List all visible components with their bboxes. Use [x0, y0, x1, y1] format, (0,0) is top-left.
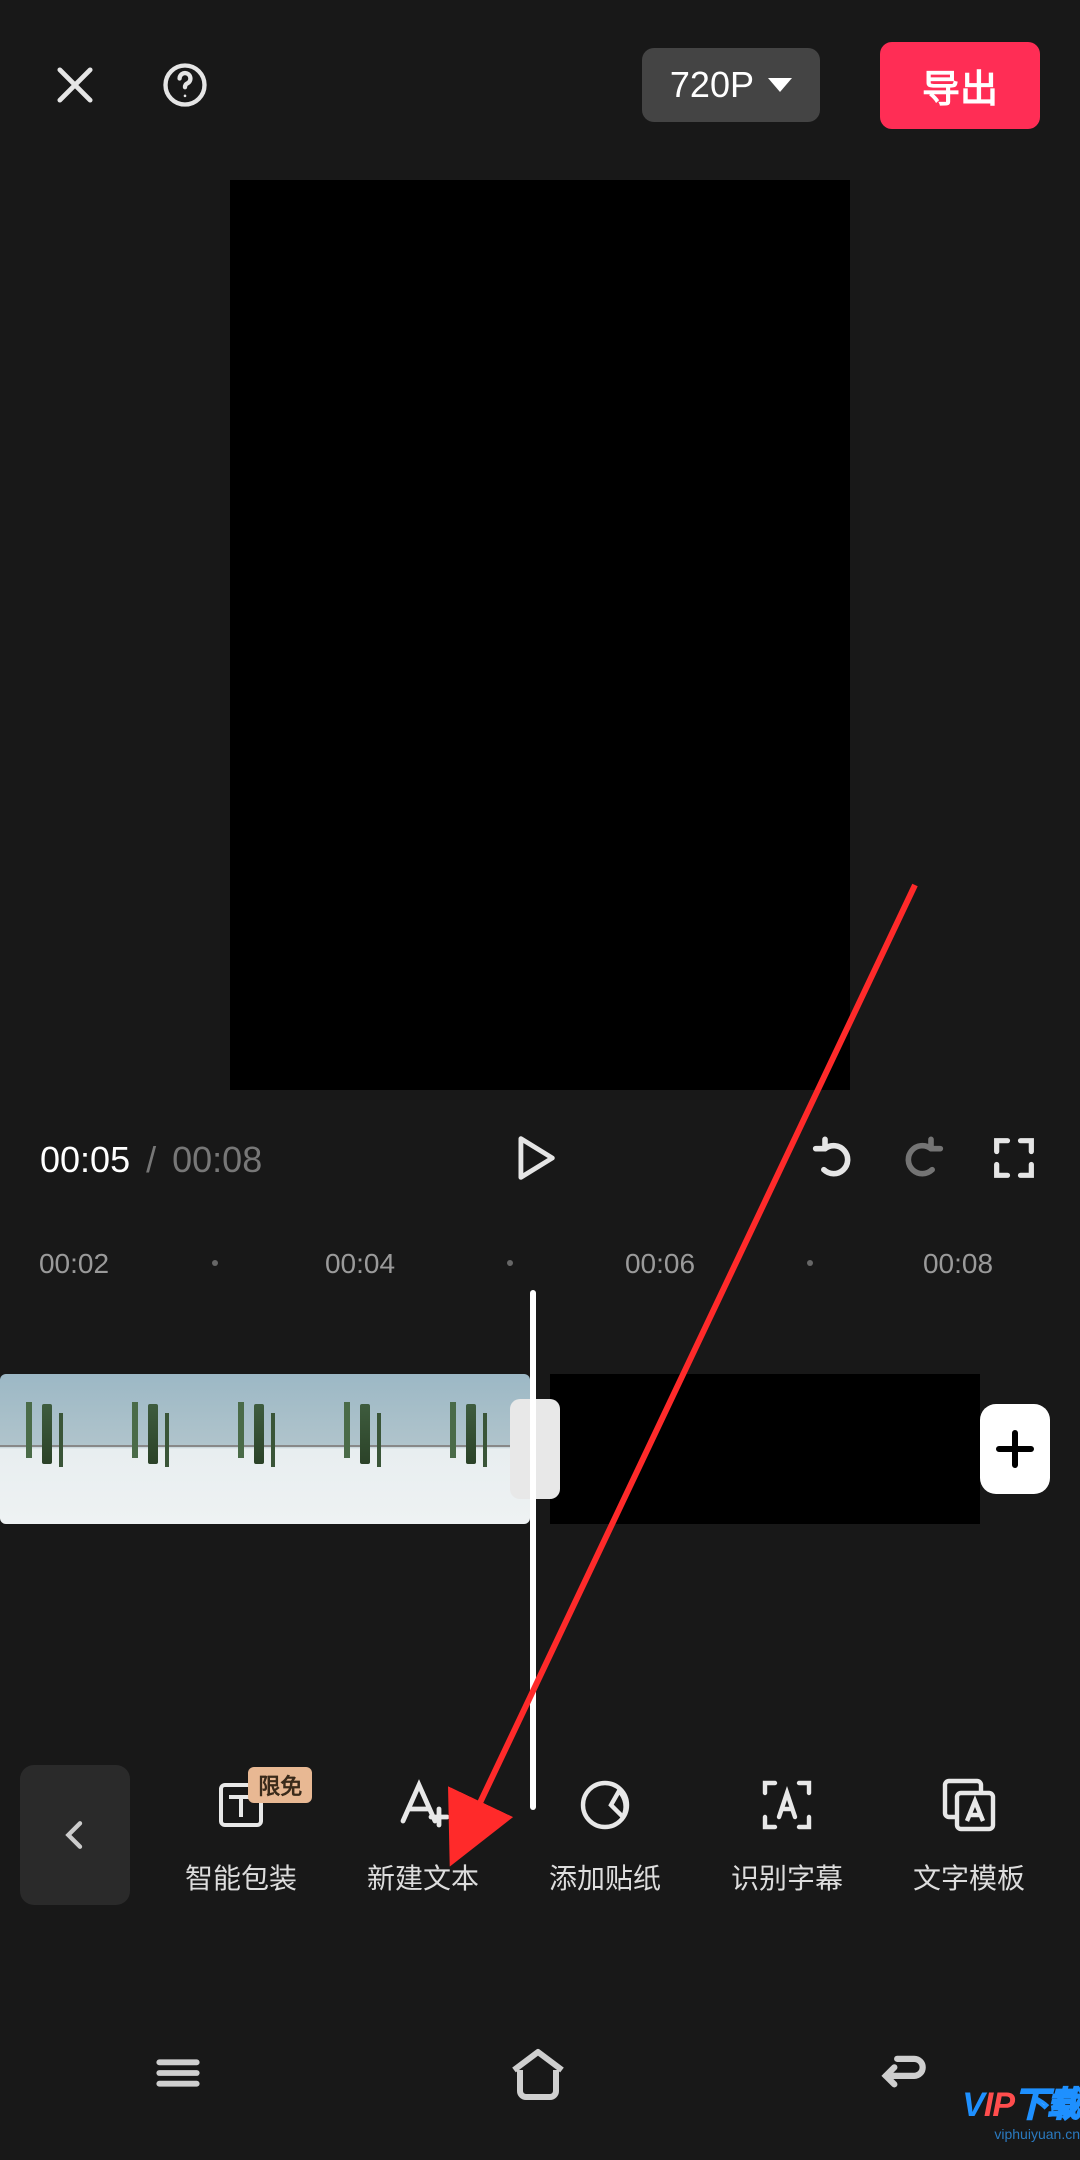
chevron-left-icon: [55, 1815, 95, 1855]
close-button[interactable]: [40, 50, 110, 120]
device-nav-bar: [0, 1990, 1080, 2160]
home-icon: [502, 2037, 574, 2109]
template-icon: [937, 1773, 1001, 1837]
ruler-tick: 00:02: [39, 1248, 109, 1280]
text-add-icon: [391, 1773, 455, 1837]
ruler-dot: [507, 1260, 513, 1266]
timeline-ruler[interactable]: 00:02 00:04 00:06 00:08: [0, 1230, 1080, 1302]
undo-button[interactable]: [804, 1130, 860, 1191]
clip-thumbnail: [106, 1374, 212, 1524]
video-preview[interactable]: [230, 180, 850, 1090]
current-time: 00:05: [40, 1139, 130, 1180]
fullscreen-icon: [988, 1132, 1040, 1184]
play-button[interactable]: [504, 1129, 562, 1192]
time-display: 00:05 / 00:08: [40, 1139, 262, 1181]
close-icon: [49, 59, 101, 111]
recognize-subtitles-button[interactable]: 识别字幕: [696, 1773, 878, 1897]
total-duration: 00:08: [172, 1139, 262, 1180]
nav-home-button[interactable]: [502, 2037, 574, 2114]
playback-controls: 00:05 / 00:08: [0, 1100, 1080, 1220]
fullscreen-button[interactable]: [988, 1132, 1040, 1189]
back-icon: [866, 2039, 934, 2107]
ruler-tick: 00:08: [923, 1248, 993, 1280]
top-bar: 720P 导出: [0, 0, 1080, 170]
tool-label: 添加贴纸: [549, 1857, 661, 1897]
add-clip-button[interactable]: [980, 1404, 1050, 1494]
chevron-down-icon: [768, 78, 792, 92]
scan-text-icon: [755, 1773, 819, 1837]
ruler-tick: 00:06: [625, 1248, 695, 1280]
tool-label: 识别字幕: [731, 1857, 843, 1897]
tool-label: 文字模板: [913, 1857, 1025, 1897]
watermark: VIP下载 viphuiyuan.cn: [962, 2077, 1080, 2142]
empty-clip[interactable]: [550, 1374, 980, 1524]
resolution-label: 720P: [670, 64, 754, 106]
clip-thumbnail: [0, 1374, 106, 1524]
clip-thumbnail: [318, 1374, 424, 1524]
preview-area: [0, 170, 1080, 1100]
help-button[interactable]: [150, 50, 220, 120]
playhead[interactable]: [530, 1290, 536, 1810]
video-track[interactable]: [0, 1374, 1080, 1524]
tool-label: 智能包装: [185, 1857, 297, 1897]
redo-button[interactable]: [896, 1130, 952, 1191]
toolbar-back-button[interactable]: [20, 1765, 130, 1905]
play-icon: [504, 1129, 562, 1187]
free-badge: 限免: [248, 1767, 312, 1803]
resolution-selector[interactable]: 720P: [642, 48, 820, 122]
menu-icon: [146, 2041, 210, 2105]
clip-thumbnail: [212, 1374, 318, 1524]
ruler-dot: [807, 1260, 813, 1266]
text-template-button[interactable]: 文字模板: [878, 1773, 1060, 1897]
smart-package-button[interactable]: 限免 智能包装: [150, 1773, 332, 1897]
export-button[interactable]: 导出: [880, 42, 1040, 129]
sticker-icon: [573, 1773, 637, 1837]
ruler-dot: [212, 1260, 218, 1266]
redo-icon: [896, 1130, 952, 1186]
text-toolbar: 限免 智能包装 新建文本 添加贴纸 识别字幕 文字模板: [0, 1720, 1080, 1950]
add-sticker-button[interactable]: 添加贴纸: [514, 1773, 696, 1897]
undo-icon: [804, 1130, 860, 1186]
video-clip[interactable]: [0, 1374, 530, 1524]
time-separator: /: [146, 1139, 156, 1180]
tool-label: 新建文本: [367, 1857, 479, 1897]
nav-menu-button[interactable]: [146, 2041, 210, 2110]
help-icon: [159, 59, 211, 111]
plus-icon: [991, 1425, 1039, 1473]
ruler-tick: 00:04: [325, 1248, 395, 1280]
new-text-button[interactable]: 新建文本: [332, 1773, 514, 1897]
nav-back-button[interactable]: [866, 2039, 934, 2112]
